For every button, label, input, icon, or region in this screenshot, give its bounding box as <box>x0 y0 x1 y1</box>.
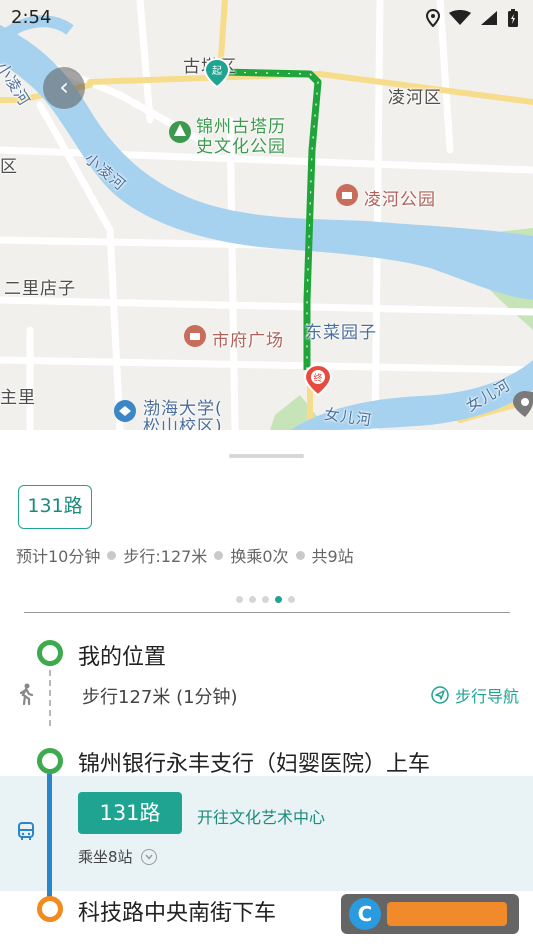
map-label-linghequ: 凌河区 <box>388 88 442 108</box>
bus-route-line <box>47 774 52 904</box>
battery-icon <box>508 9 518 27</box>
alight-stop-label: 科技路中央南街下车 <box>78 901 277 926</box>
bus-line-chip[interactable]: 131路 <box>78 792 182 834</box>
walking-icon <box>19 683 34 705</box>
walk-dashed-line <box>49 670 51 726</box>
location-icon <box>426 9 440 27</box>
map-label-qu: 区 <box>0 157 18 177</box>
map-label-shifu: 市府广场 <box>212 331 284 351</box>
navigation-arrow-icon <box>431 686 449 704</box>
end-marker-icon[interactable]: 终 <box>304 364 332 396</box>
walk-navigation-button[interactable]: 步行导航 <box>431 683 519 707</box>
map-label-park-line2: 史文化公园 <box>196 137 286 157</box>
summary-separator <box>107 550 117 560</box>
signal-icon <box>481 11 497 25</box>
route-pager[interactable] <box>236 596 295 603</box>
summary-walk: 步行:127米 <box>123 547 208 566</box>
back-button[interactable]: ‹ <box>43 67 85 109</box>
divider <box>24 612 510 613</box>
map-label-zhuli: 主里 <box>0 388 36 408</box>
route-map[interactable]: 古塔区 凌河区 锦州古塔历 史文化公园 小凌河 小凌河 凌河公园 二里店子 市府… <box>0 0 533 430</box>
board-stop-label: 锦州银行永丰支行（妇婴医院）上车 <box>78 752 431 777</box>
pager-dot[interactable] <box>262 596 269 603</box>
origin-node <box>37 640 63 666</box>
ride-stops-label: 乘坐8站 <box>78 848 133 866</box>
pager-dot-active[interactable] <box>275 596 282 603</box>
pager-dot[interactable] <box>249 596 256 603</box>
watermark-logo-icon: C <box>341 894 519 934</box>
route-detail-sheet: 131路 预计10分钟 步行:127米 换乘0次 共9站 我的位置 步行127米… <box>0 430 533 948</box>
map-label-dongcai: 东菜园子 <box>305 323 377 343</box>
pager-dot[interactable] <box>236 596 243 603</box>
end-marker-label: 终 <box>313 372 322 384</box>
route-chip[interactable]: 131路 <box>18 485 92 529</box>
bus-direction: 开往文化艺术中心 <box>197 808 326 827</box>
map-pin-icon[interactable] <box>511 390 533 418</box>
drag-handle[interactable] <box>229 454 304 458</box>
svg-text:C: C <box>358 902 373 926</box>
origin-label: 我的位置 <box>78 645 167 670</box>
start-marker-label: 起 <box>212 65 222 77</box>
start-marker-icon[interactable]: 起 <box>204 58 230 88</box>
board-node <box>37 748 63 774</box>
summary-stops: 共9站 <box>311 547 354 566</box>
map-canvas <box>0 0 533 430</box>
summary-separator <box>214 550 224 560</box>
status-bar: 2:54 <box>0 0 533 36</box>
summary-transfers: 换乘0次 <box>230 547 289 566</box>
walk-step-text: 步行127米 (1分钟) <box>82 687 238 708</box>
walk-navigation-label: 步行导航 <box>454 687 519 706</box>
map-label-erlidian: 二里店子 <box>4 279 76 299</box>
bus-icon <box>18 822 34 840</box>
map-label-linghe-park: 凌河公园 <box>364 190 436 210</box>
chevron-left-icon: ‹ <box>59 73 69 101</box>
status-icons <box>426 8 519 28</box>
status-time: 2:54 <box>11 7 52 28</box>
wifi-icon <box>449 10 471 25</box>
summary-separator <box>295 550 305 560</box>
ride-stops-toggle[interactable]: 乘坐8站 <box>78 846 157 867</box>
summary-duration: 预计10分钟 <box>16 547 101 566</box>
alight-node <box>37 896 63 922</box>
chevron-down-icon <box>140 848 157 865</box>
map-label-bohai-line2: 松山校区) <box>143 417 223 430</box>
route-summary: 预计10分钟 步行:127米 换乘0次 共9站 <box>16 543 354 567</box>
pager-dot[interactable] <box>288 596 295 603</box>
